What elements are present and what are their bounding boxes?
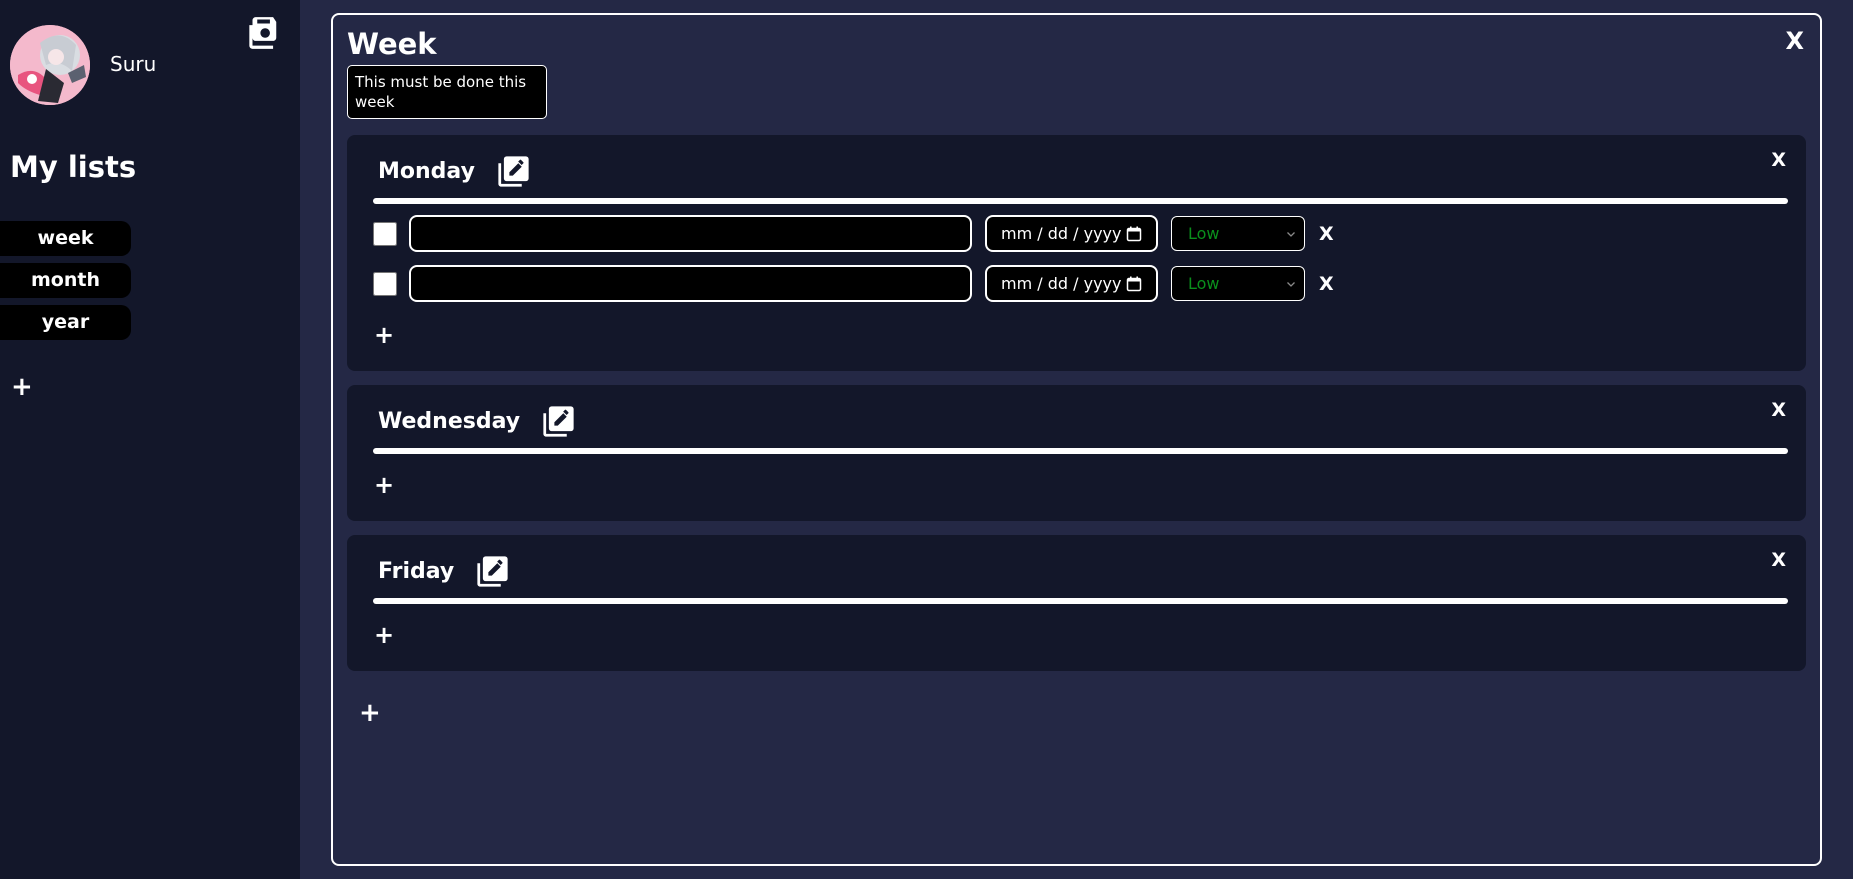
username: Suru — [110, 52, 157, 76]
day-divider — [373, 598, 1788, 604]
save-button[interactable] — [243, 14, 281, 52]
priority-value: Low — [1188, 274, 1220, 293]
list-item-week[interactable]: week — [0, 221, 131, 256]
day-card-wednesday: Wednesday X + — [347, 385, 1806, 521]
add-day-button[interactable]: + — [359, 700, 381, 726]
task-checkbox[interactable] — [373, 221, 397, 246]
edit-copy-icon — [543, 406, 574, 437]
lists-nav: week month year — [0, 221, 131, 347]
day-header: Wednesday — [378, 405, 575, 438]
list-item-month[interactable]: month — [0, 263, 131, 298]
edit-copy-icon — [498, 156, 529, 187]
day-title: Monday — [378, 159, 475, 184]
day-card-friday: Friday X + — [347, 535, 1806, 671]
lists-heading: My lists — [10, 150, 137, 184]
priority-select[interactable]: Low — [1171, 266, 1305, 301]
edit-day-button[interactable] — [476, 555, 509, 588]
list-panel: Week X This must be done this week Monda… — [331, 13, 1822, 866]
add-task-button[interactable]: + — [374, 323, 394, 347]
calendar-icon[interactable] — [1126, 276, 1142, 292]
task-date-input[interactable]: mm / dd / yyyy — [985, 215, 1158, 252]
floppy-disk-icon — [249, 17, 277, 49]
day-title: Wednesday — [378, 409, 521, 434]
chevron-down-icon — [1287, 231, 1295, 237]
task-checkbox[interactable] — [373, 271, 397, 296]
priority-select[interactable]: Low — [1171, 216, 1305, 251]
day-header: Monday — [378, 155, 530, 188]
add-list-button[interactable]: + — [11, 374, 33, 400]
priority-value: Low — [1188, 224, 1220, 243]
user-profile: Suru — [10, 25, 156, 105]
close-list-button[interactable]: X — [1785, 27, 1804, 55]
day-divider — [373, 448, 1788, 454]
date-placeholder: mm / dd / yyyy — [1001, 224, 1122, 243]
task-row: mm / dd / yyyy Low X — [373, 215, 1334, 252]
add-task-button[interactable]: + — [374, 473, 394, 497]
day-divider — [373, 198, 1788, 204]
delete-day-button[interactable]: X — [1771, 399, 1786, 421]
task-date-input[interactable]: mm / dd / yyyy — [985, 265, 1158, 302]
day-title: Friday — [378, 559, 455, 584]
task-text-input[interactable] — [409, 265, 972, 302]
day-header: Friday — [378, 555, 509, 588]
list-title: Week — [347, 27, 437, 61]
sidebar: Suru My lists week month year + — [0, 0, 300, 879]
delete-day-button[interactable]: X — [1771, 549, 1786, 571]
day-card-monday: Monday X mm / dd / yyyy Low X mm / dd / … — [347, 135, 1806, 371]
delete-task-button[interactable]: X — [1319, 273, 1334, 295]
add-task-button[interactable]: + — [374, 623, 394, 647]
list-description[interactable]: This must be done this week — [347, 65, 547, 119]
edit-day-button[interactable] — [542, 405, 575, 438]
delete-task-button[interactable]: X — [1319, 223, 1334, 245]
edit-copy-icon — [477, 556, 508, 587]
date-placeholder: mm / dd / yyyy — [1001, 274, 1122, 293]
avatar — [10, 25, 90, 105]
task-row: mm / dd / yyyy Low X — [373, 265, 1334, 302]
chevron-down-icon — [1287, 281, 1295, 287]
list-item-year[interactable]: year — [0, 305, 131, 340]
task-text-input[interactable] — [409, 215, 972, 252]
delete-day-button[interactable]: X — [1771, 149, 1786, 171]
calendar-icon[interactable] — [1126, 226, 1142, 242]
edit-day-button[interactable] — [497, 155, 530, 188]
